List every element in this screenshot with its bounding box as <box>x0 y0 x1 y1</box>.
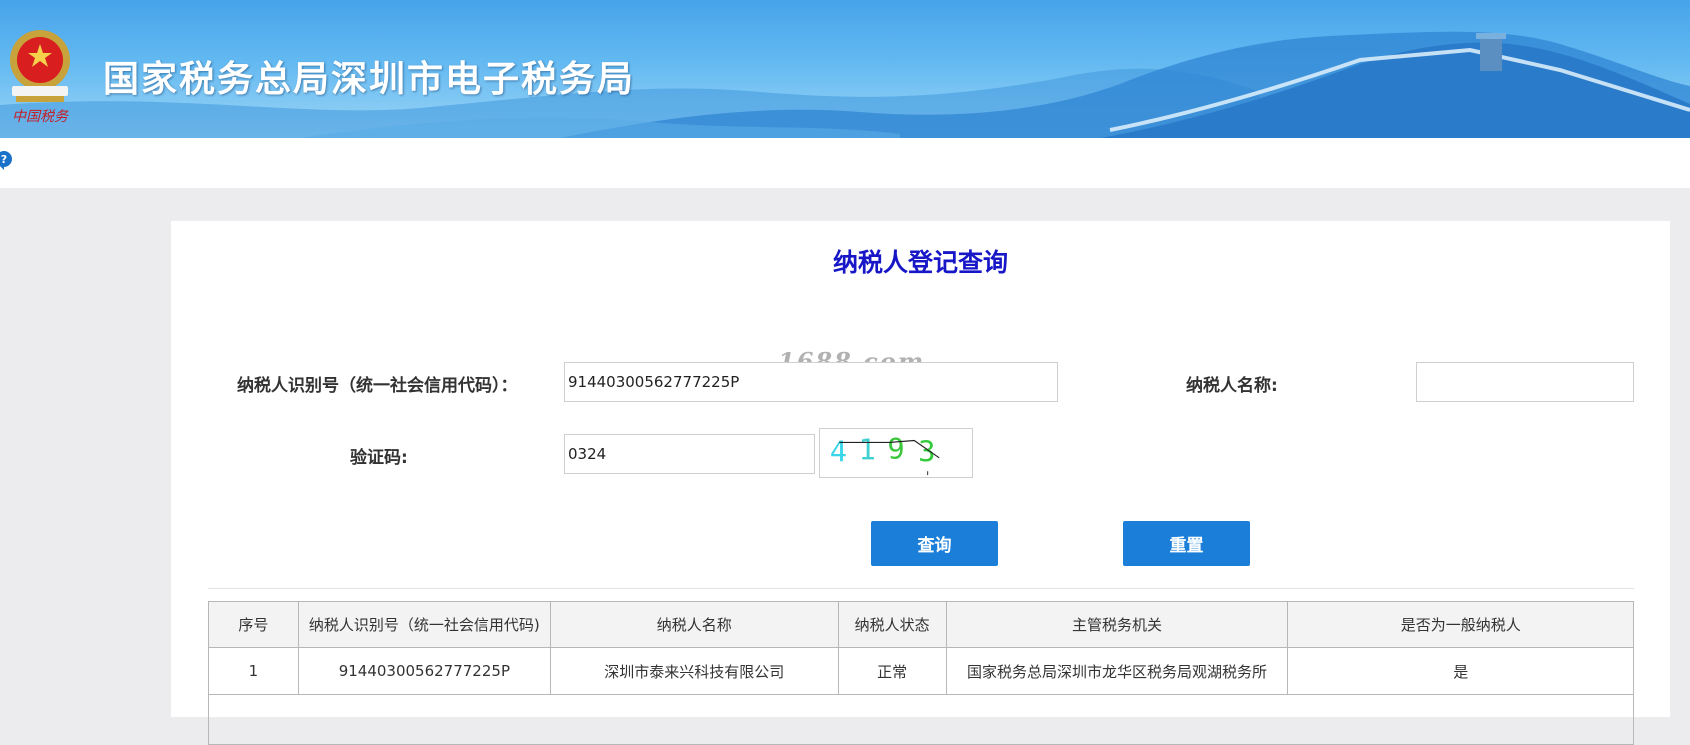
captcha-digit: 3 <box>918 435 935 469</box>
captcha-image[interactable]: 4 1 9 3 <box>819 428 973 478</box>
svg-text:中国税务: 中国税务 <box>12 109 69 125</box>
page-title: 纳税人登记查询 <box>832 248 1008 277</box>
tax-emblem-icon: 中国税务 <box>10 30 70 125</box>
captcha-input[interactable] <box>564 434 815 474</box>
table-empty-row <box>208 694 1634 745</box>
table-row: 1 91440300562777225P 深圳市泰来兴科技有限公司 正常 国家税… <box>208 647 1634 695</box>
captcha-label: 验证码: <box>350 448 408 468</box>
table-cell: 正常 <box>837 647 947 695</box>
help-pin-icon[interactable]: ? <box>0 150 14 170</box>
table-header-row: 序号 纳税人识别号（统一社会信用代码) 纳税人名称 纳税人状态 主管税务机关 是… <box>208 601 1634 648</box>
column-header: 纳税人名称 <box>549 601 839 648</box>
results-table: 序号 纳税人识别号（统一社会信用代码) 纳税人名称 纳税人状态 主管税务机关 是… <box>208 601 1634 745</box>
query-button[interactable]: 查询 <box>871 521 998 566</box>
column-header: 纳税人识别号（统一社会信用代码) <box>297 601 551 648</box>
header-banner: 中国税务 国家税务总局深圳市电子税务局 <box>0 0 1690 138</box>
divider <box>208 588 1634 589</box>
column-header: 序号 <box>208 601 299 648</box>
column-header: 主管税务机关 <box>945 601 1289 648</box>
table-cell: 国家税务总局深圳市龙华区税务局观湖税务所 <box>945 647 1289 695</box>
query-panel: 纳税人登记查询 1688.com 纳税人识别号（统一社会信用代码）： 纳税人名称… <box>171 221 1670 745</box>
captcha-digit: 9 <box>887 432 904 466</box>
taxpayer-name-input[interactable] <box>1416 362 1634 402</box>
sub-toolbar: ? <box>0 138 1690 188</box>
site-title: 国家税务总局深圳市电子税务局 <box>103 59 636 100</box>
taxpayer-id-input[interactable] <box>564 362 1058 402</box>
captcha-digit: 4 <box>830 435 847 469</box>
captcha-digit: 1 <box>859 433 876 467</box>
taxpayer-name-label: 纳税人名称: <box>1186 376 1278 396</box>
table-cell: 深圳市泰来兴科技有限公司 <box>549 647 839 695</box>
table-cell: 是 <box>1287 647 1634 695</box>
reset-button[interactable]: 重置 <box>1123 521 1250 566</box>
table-cell: 1 <box>208 647 299 695</box>
table-cell: 91440300562777225P <box>297 647 551 695</box>
table-cell <box>208 694 1634 745</box>
column-header: 是否为一般纳税人 <box>1287 601 1634 648</box>
column-header: 纳税人状态 <box>837 601 947 648</box>
svg-text:?: ? <box>1 153 7 166</box>
taxpayer-id-label: 纳税人识别号（统一社会信用代码）： <box>237 376 518 396</box>
